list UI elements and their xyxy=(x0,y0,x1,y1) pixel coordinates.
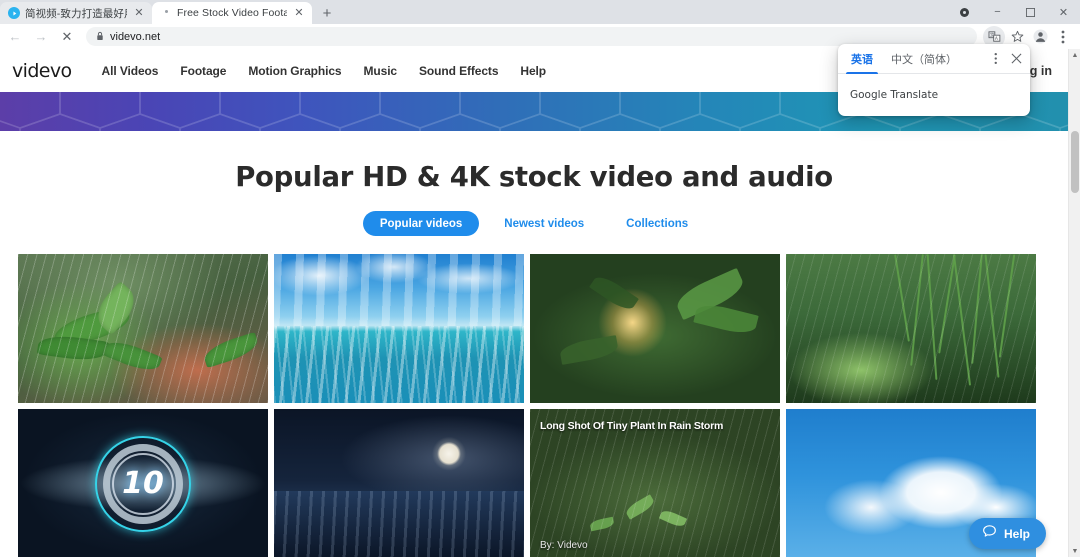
profile-icon[interactable] xyxy=(1029,26,1051,48)
video-title-overlay: Long Shot Of Tiny Plant In Rain Storm xyxy=(540,420,724,432)
browser-window: 简视频-致力打造最好用的视频创 ✕ Free Stock Video Foota… xyxy=(0,0,1080,557)
browser-tab-1-title: 简视频-致力打造最好用的视频创 xyxy=(25,7,127,20)
video-thumbnail[interactable]: 10 xyxy=(18,409,268,557)
video-thumbnail[interactable] xyxy=(530,254,780,403)
stop-loading-icon[interactable]: ✕ xyxy=(54,26,80,48)
site-logo[interactable]: videvo xyxy=(12,60,72,82)
videvo-page: videvo All Videos Footage Motion Graphic… xyxy=(0,49,1068,557)
forward-icon[interactable]: → xyxy=(28,26,54,48)
scrollbar-up-arrow-icon[interactable]: ▲ xyxy=(1069,49,1080,61)
video-thumbnail[interactable] xyxy=(274,254,524,403)
content-tabs: Popular videos Newest videos Collections xyxy=(0,211,1068,236)
lock-icon xyxy=(96,31,104,43)
video-card[interactable]: Long Shot Of Tiny Plant In Rain Storm By… xyxy=(530,409,786,557)
translate-language-tabs: 英语 中文（简体） xyxy=(838,44,1030,74)
translate-popup-footer-text: Google Translate xyxy=(850,89,939,101)
translate-tab-english[interactable]: 英语 xyxy=(842,44,882,74)
svg-text:A: A xyxy=(994,36,997,42)
minimize-button[interactable]: − xyxy=(981,0,1014,24)
translate-options-kebab-menu-icon[interactable] xyxy=(986,49,1006,69)
video-card[interactable] xyxy=(274,254,530,409)
page-title: Popular HD & 4K stock video and audio xyxy=(235,161,833,193)
nav-item-music[interactable]: Music xyxy=(364,64,398,78)
browser-tab-2-title: Free Stock Video Footage HD xyxy=(177,7,287,19)
blank-icon xyxy=(160,7,172,19)
browser-tab-1[interactable]: 简视频-致力打造最好用的视频创 ✕ xyxy=(0,2,152,24)
video-card[interactable] xyxy=(530,254,786,409)
help-widget-label: Help xyxy=(1003,526,1030,541)
video-card[interactable] xyxy=(18,254,274,409)
tab-popular-videos[interactable]: Popular videos xyxy=(362,211,480,236)
site-nav-links: All Videos Footage Motion Graphics Music… xyxy=(102,64,547,78)
translate-popup-footer: Google Translate xyxy=(838,74,1030,116)
nav-item-motion-graphics[interactable]: Motion Graphics xyxy=(248,64,341,78)
tab-newest-videos[interactable]: Newest videos xyxy=(487,211,601,236)
update-dot-icon[interactable] xyxy=(948,0,981,24)
chat-bubble-icon xyxy=(982,524,997,544)
nav-item-help[interactable]: Help xyxy=(520,64,546,78)
video-thumbnail[interactable] xyxy=(274,409,524,557)
window-controls: − ✕ xyxy=(948,0,1080,24)
browser-tab-2-close-icon[interactable]: ✕ xyxy=(292,6,306,20)
video-card[interactable]: 10 xyxy=(18,409,274,557)
page-viewport: videvo All Videos Footage Motion Graphic… xyxy=(0,49,1080,557)
scrollbar-down-arrow-icon[interactable]: ▼ xyxy=(1069,545,1080,557)
browser-tab-2[interactable]: Free Stock Video Footage HD ✕ xyxy=(152,2,312,24)
page-scrollbar[interactable]: ▲ ▼ xyxy=(1068,49,1080,557)
video-grid: 10 Long Shot Of Tiny Plant In Rain Storm… xyxy=(0,254,1068,557)
play-circle-icon xyxy=(8,7,20,19)
translate-close-icon[interactable] xyxy=(1006,49,1026,69)
video-author-overlay: By: Videvo xyxy=(540,540,588,551)
address-bar-url: videvo.net xyxy=(110,30,161,43)
video-card[interactable] xyxy=(274,409,530,557)
kebab-menu-icon[interactable] xyxy=(1052,26,1074,48)
countdown-number: 10 xyxy=(122,465,164,501)
google-translate-popup: 英语 中文（简体） Google Translate xyxy=(838,44,1030,116)
close-button[interactable]: ✕ xyxy=(1047,0,1080,24)
video-card[interactable] xyxy=(786,254,1042,409)
nav-item-all-videos[interactable]: All Videos xyxy=(102,64,159,78)
back-icon[interactable]: ← xyxy=(2,26,28,48)
video-thumbnail[interactable] xyxy=(18,254,268,403)
translate-tab-chinese[interactable]: 中文（简体） xyxy=(882,44,966,74)
video-thumbnail[interactable]: Long Shot Of Tiny Plant In Rain Storm By… xyxy=(530,409,780,557)
maximize-button[interactable] xyxy=(1014,0,1047,24)
nav-item-footage[interactable]: Footage xyxy=(180,64,226,78)
video-thumbnail[interactable] xyxy=(786,254,1036,403)
new-tab-button[interactable]: + xyxy=(314,2,340,24)
nav-item-sound-effects[interactable]: Sound Effects xyxy=(419,64,498,78)
main-content: Popular HD & 4K stock video and audio Po… xyxy=(0,161,1068,557)
scrollbar-thumb[interactable] xyxy=(1071,131,1079,193)
tab-strip: 简视频-致力打造最好用的视频创 ✕ Free Stock Video Foota… xyxy=(0,0,1080,24)
tab-collections[interactable]: Collections xyxy=(609,211,705,236)
browser-tab-1-close-icon[interactable]: ✕ xyxy=(132,6,146,20)
help-widget-button[interactable]: Help xyxy=(968,518,1046,549)
